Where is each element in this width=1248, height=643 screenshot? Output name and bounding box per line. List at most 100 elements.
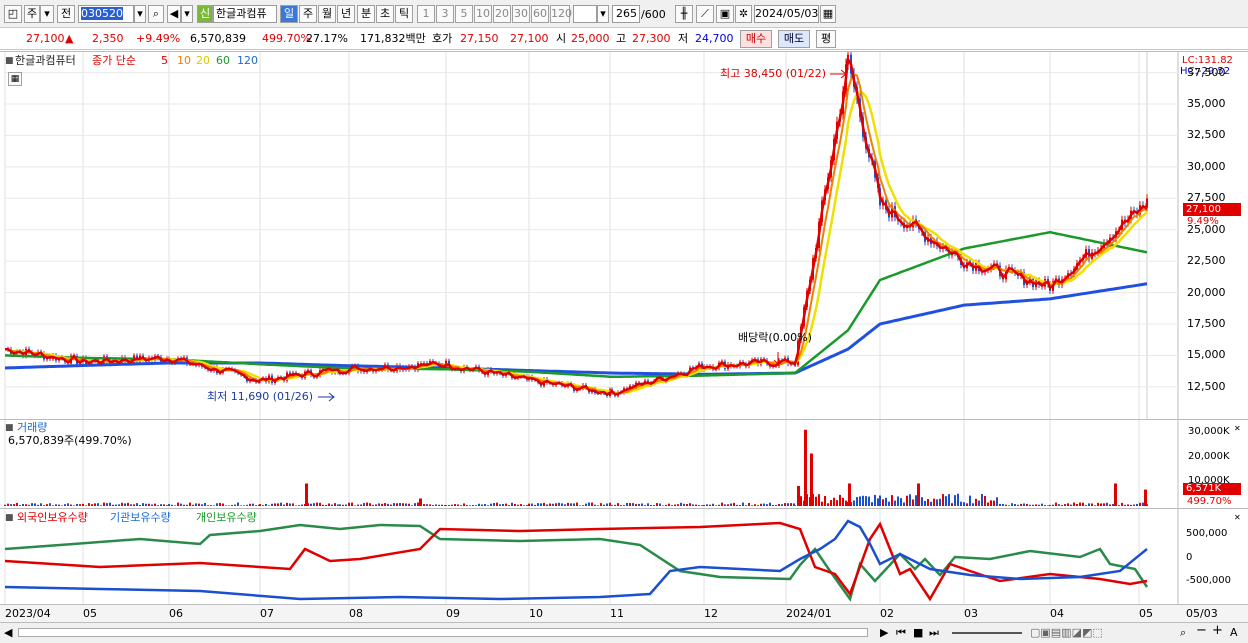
- volume-bar: [821, 501, 823, 506]
- volume-bar: [546, 504, 548, 506]
- volume-bar: [157, 505, 159, 506]
- volume-bar: [1032, 504, 1034, 506]
- plus-icon[interactable]: +: [1212, 624, 1223, 638]
- quote-bar: 27,100 ▲ 2,350 +9.49% 6,570,839 499.70% …: [0, 28, 1248, 50]
- volume-bar: [683, 503, 685, 506]
- volume-bar: [736, 504, 738, 506]
- minute-5[interactable]: 5: [455, 5, 473, 23]
- volume-bar: [757, 505, 759, 506]
- tool-icons[interactable]: ▢▣▤▥◪◩⬚: [1030, 626, 1103, 640]
- volume-bar: [1076, 504, 1078, 506]
- volume-bar: [1114, 483, 1117, 506]
- count-input[interactable]: 265: [612, 5, 640, 23]
- trade-amount: 171,832백만: [360, 32, 426, 45]
- volume-bar: [635, 504, 637, 506]
- volume-bar: [298, 505, 300, 506]
- volume-bar: [865, 496, 867, 506]
- volume-bar: [954, 495, 956, 506]
- zoom-icon[interactable]: ⌕: [1180, 626, 1186, 640]
- period-year[interactable]: 년: [337, 5, 355, 23]
- volume-bar: [363, 503, 365, 506]
- font-size-icon[interactable]: A: [1230, 626, 1238, 640]
- volume-bar: [671, 505, 673, 506]
- chevron-down-icon[interactable]: ▾: [181, 5, 193, 23]
- minute-20[interactable]: 20: [493, 5, 511, 23]
- minute-10[interactable]: 10: [474, 5, 492, 23]
- volume-bar: [629, 503, 631, 506]
- minus-icon[interactable]: −: [1196, 624, 1207, 638]
- rewind-icon[interactable]: ⏮: [896, 626, 906, 640]
- minute-30[interactable]: 30: [512, 5, 530, 23]
- volume-bar: [751, 505, 753, 506]
- volume-bar: [514, 503, 516, 506]
- sell-button[interactable]: 매도: [778, 30, 810, 48]
- candle-icon[interactable]: ╫: [675, 5, 693, 23]
- period-day[interactable]: 일: [280, 5, 298, 23]
- volume-bar: [1061, 504, 1063, 506]
- period-month[interactable]: 월: [318, 5, 336, 23]
- window-icon[interactable]: ◰: [4, 5, 22, 23]
- calendar-icon[interactable]: ▦: [820, 5, 836, 23]
- volume-chart[interactable]: [0, 420, 1248, 508]
- zoom-slider[interactable]: [952, 632, 1022, 634]
- new-badge[interactable]: 신: [197, 5, 213, 23]
- volume-bar: [564, 504, 566, 506]
- volume-bar: [375, 504, 377, 506]
- play-icon[interactable]: ▶: [880, 626, 888, 640]
- close-icon[interactable]: ✕: [1234, 511, 1241, 525]
- volume-bar: [70, 504, 72, 506]
- minute-3[interactable]: 3: [436, 5, 454, 23]
- speaker-icon[interactable]: ◀: [167, 5, 181, 23]
- buy-button[interactable]: 매수: [740, 30, 772, 48]
- gear-icon[interactable]: ✲: [735, 5, 752, 23]
- volume-bar: [1139, 502, 1141, 506]
- hold-ytick-neg500000: -500,000: [1186, 575, 1231, 586]
- volume-bar: [414, 503, 416, 506]
- volume-bar: [766, 504, 768, 506]
- scroll-left-icon[interactable]: ◀: [4, 626, 12, 640]
- date-input[interactable]: 2024/05/03: [754, 5, 819, 23]
- chevron-down-icon[interactable]: ▾: [40, 5, 54, 23]
- custom-period-input[interactable]: [573, 5, 597, 23]
- avg-button[interactable]: 평: [816, 30, 836, 48]
- period-tick[interactable]: 틱: [395, 5, 413, 23]
- low-price: 24,700: [695, 32, 734, 45]
- line-tool-icon[interactable]: ⟋: [696, 5, 714, 23]
- fast-forward-icon[interactable]: ⏭: [929, 626, 939, 640]
- price-ytick: 37,500: [1187, 65, 1226, 79]
- period-minute[interactable]: 분: [357, 5, 375, 23]
- high-arrow-icon: [830, 69, 847, 79]
- table-icon[interactable]: ▦: [8, 72, 22, 86]
- volume-bar: [142, 503, 144, 506]
- volume-bar: [594, 504, 596, 506]
- volume-bar: [963, 502, 965, 506]
- volume-bar: [316, 502, 318, 506]
- period-selector[interactable]: 주: [24, 5, 40, 23]
- volume-bar: [469, 505, 471, 506]
- stop-icon[interactable]: ■: [913, 626, 923, 640]
- stock-name-field[interactable]: 한글과컴퓨: [213, 5, 277, 23]
- holders-chart[interactable]: [0, 509, 1248, 605]
- volume-bar: [339, 504, 341, 506]
- stock-code-input[interactable]: 030520: [81, 7, 123, 20]
- chevron-down-icon[interactable]: ▾: [134, 5, 146, 23]
- volume-bar: [815, 496, 817, 506]
- close-icon[interactable]: ✕: [1234, 422, 1241, 436]
- period-second[interactable]: 초: [376, 5, 394, 23]
- period-week[interactable]: 주: [299, 5, 317, 23]
- adjust-toggle[interactable]: 전: [57, 5, 75, 23]
- volume-bar: [405, 503, 407, 506]
- price-chart[interactable]: [0, 52, 1248, 419]
- volume-bar: [800, 496, 802, 506]
- search-icon[interactable]: ⌕: [148, 5, 164, 23]
- minute-1[interactable]: 1: [417, 5, 435, 23]
- scroll-track[interactable]: [18, 628, 868, 637]
- volume-bar: [698, 505, 700, 506]
- save-icon[interactable]: ▣: [716, 5, 734, 23]
- minute-60[interactable]: 60: [531, 5, 549, 23]
- chevron-down-icon[interactable]: ▾: [597, 5, 609, 23]
- volume-bar: [228, 505, 230, 506]
- minute-120[interactable]: 120: [550, 5, 572, 23]
- volume-bar: [100, 505, 102, 506]
- x-label: 02: [880, 607, 894, 620]
